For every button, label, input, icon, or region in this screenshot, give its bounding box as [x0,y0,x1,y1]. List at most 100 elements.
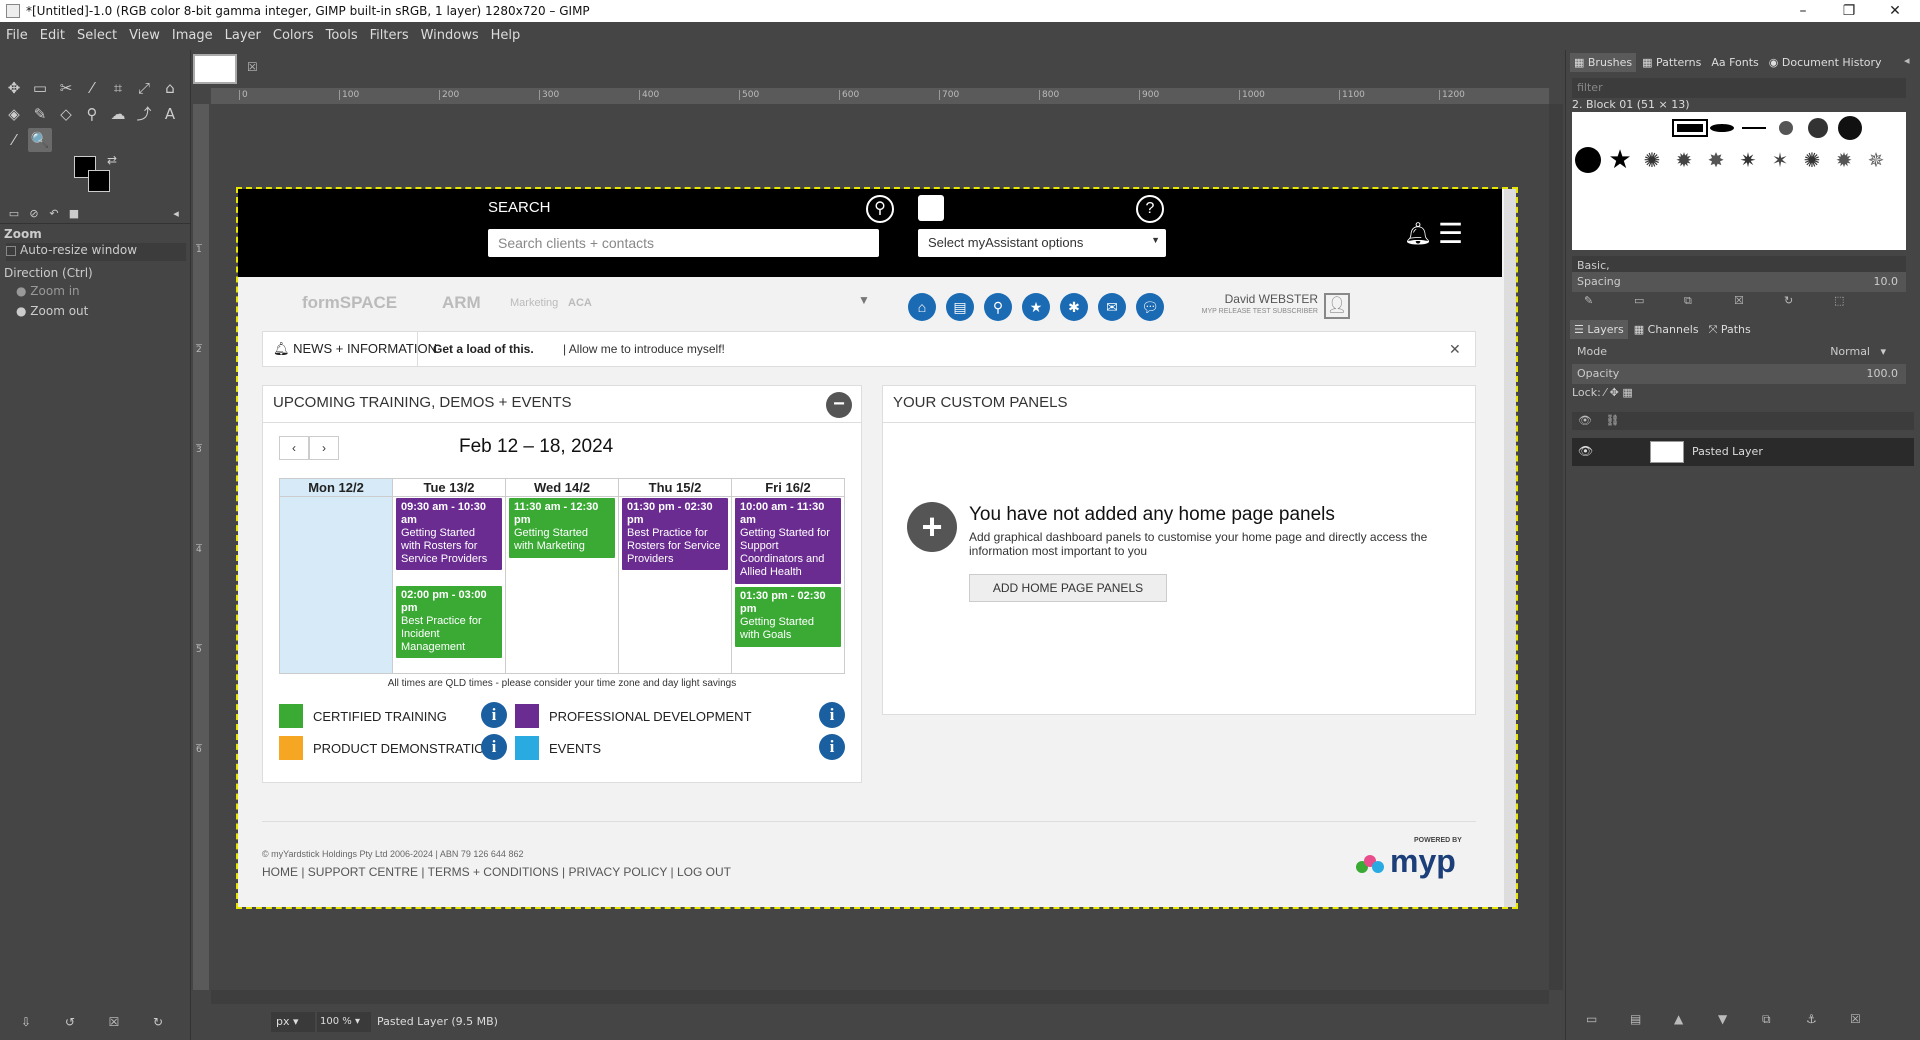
fuzzy-select-icon[interactable]: ⁄ [80,76,104,100]
footer-link-support[interactable]: SUPPORT CENTRE [308,865,418,879]
brush-grunge[interactable]: ✷ [1734,146,1762,174]
brush-hard-round[interactable] [1574,146,1602,174]
calendar-event[interactable]: 11:30 am - 12:30 pm Getting Started with … [509,498,615,558]
paintbrush-icon[interactable]: ✎ [28,102,52,126]
info-icon[interactable]: i [481,734,507,760]
search-input[interactable]: Search clients + contacts [488,229,879,257]
refresh-brushes-icon[interactable]: ↻ [1784,294,1793,307]
delete-options-icon[interactable]: ☒ [102,1010,126,1034]
menu-help[interactable]: Help [485,22,527,43]
unit-select[interactable]: px ▾ [271,1012,315,1032]
open-brush-icon[interactable]: ⬚ [1834,294,1844,307]
home-quick-icon[interactable]: ⌂ [908,293,936,321]
menu-filters[interactable]: Filters [364,22,415,43]
eraser-icon[interactable]: ◇ [54,102,78,126]
background-color-swatch[interactable] [88,170,110,192]
anchor-layer-icon[interactable]: ⚓︎ [1806,1012,1817,1026]
brush-texture[interactable]: ✹ [1670,146,1698,174]
image-tab-thumbnail[interactable] [193,54,237,84]
edit-brush-icon[interactable]: ✎ [1584,294,1593,307]
calendar-event[interactable]: 01:30 pm - 02:30 pm Best Practice for Ros… [622,498,728,570]
close-window-icon[interactable]: ✕ [1872,0,1918,22]
lock-pixels-icon[interactable]: ⁄ [1604,386,1606,399]
user-info[interactable]: David WEBSTER MYP RELEASE TEST SUBSCRIBE… [1178,292,1318,315]
footer-link-privacy[interactable]: PRIVACY POLICY [568,865,667,879]
images-tab-icon[interactable]: ■ [62,202,86,226]
paths-tool-icon[interactable]: ⤴ [132,102,156,126]
new-layer-icon[interactable]: ▭ [1586,1012,1597,1026]
scissors-icon[interactable]: ✂ [54,76,78,100]
zoom-tool-icon[interactable]: 🔍 [28,128,52,152]
tab-layers[interactable]: ☰ Layers [1570,320,1628,339]
raise-layer-icon[interactable]: ▲ [1674,1012,1683,1026]
menu-image[interactable]: Image [166,22,219,43]
vertical-scrollbar[interactable] [1549,104,1563,990]
canvas-image[interactable]: SEARCH Search clients + contacts ⚲ Selec… [236,187,1518,909]
bucket-fill-icon[interactable]: ◈ [2,102,26,126]
visibility-eye-icon[interactable]: 👁︎ [1578,444,1593,458]
brush-filter-input[interactable]: filter [1572,78,1906,98]
menu-select[interactable]: Select [71,22,123,43]
rect-select-icon[interactable]: ▭ [28,76,52,100]
footer-link-logout[interactable]: LOG OUT [677,865,731,879]
new-brush-icon[interactable]: ▭ [1634,294,1644,307]
menu-windows[interactable]: Windows [415,22,485,43]
search-quick-icon[interactable]: ⚲ [984,293,1012,321]
duplicate-brush-icon[interactable]: ⧉ [1684,294,1692,308]
zoom-out-radio[interactable]: ● Zoom out [16,304,88,318]
assistant-icon[interactable] [918,195,944,221]
menu-colors[interactable]: Colors [267,22,320,43]
menu-tools[interactable]: Tools [320,22,364,43]
transform-tool-icon[interactable]: ⤢ [132,76,156,100]
brush-grid[interactable]: ★ ✺ ✹ ✸ ✷ ✶ ✺ ✹ ✵ [1572,112,1906,250]
brush-splatter[interactable]: ✺ [1638,146,1666,174]
menu-layer[interactable]: Layer [219,22,267,43]
footer-link-terms[interactable]: TERMS + CONDITIONS [428,865,559,879]
tab-fonts[interactable]: Aa Fonts [1707,53,1762,72]
formspace-logo[interactable]: formSPACE [302,293,397,313]
clone-tool-icon[interactable]: ⚲ [80,102,104,126]
bell-icon[interactable]: 🔔︎ [1404,221,1432,247]
brush-ellipse[interactable] [1708,114,1736,142]
lock-alpha-icon[interactable]: ▦ [1622,386,1632,399]
help-icon[interactable]: ? [1136,195,1164,223]
mode-select[interactable]: Mode Normal ▾ [1572,342,1914,362]
brush-pencil[interactable]: ✵ [1862,146,1890,174]
text-tool-icon[interactable]: A [158,102,182,126]
hamburger-menu-icon[interactable]: ☰ [1438,217,1463,250]
crop-tool-icon[interactable]: ⌗ [106,76,130,100]
tool-options-menu-icon[interactable]: ◂ [164,202,188,226]
warp-tool-icon[interactable]: ⌂ [158,76,182,100]
marketing-logo[interactable]: Marketing [510,297,558,309]
menu-file[interactable]: File [0,22,34,43]
restore-options-icon[interactable]: ↺ [58,1010,82,1034]
tab-brushes[interactable]: ▦ Brushes [1570,53,1637,72]
swap-colors-icon[interactable]: ⇄ [100,148,124,172]
info-icon[interactable]: i [819,702,845,728]
collapse-icon[interactable]: − [826,392,852,418]
delete-layer-icon[interactable]: ☒ [1850,1012,1861,1026]
brush-soft-medium[interactable] [1804,114,1832,142]
brush-charcoal[interactable]: ✺ [1798,146,1826,174]
save-options-icon[interactable]: ⇩ [14,1010,38,1034]
color-picker-icon[interactable]: ⁄ [2,128,26,152]
brush-line[interactable] [1740,114,1768,142]
spacing-slider[interactable]: Spacing 10.0 [1572,272,1906,292]
tab-patterns[interactable]: ▦ Patterns [1638,53,1705,72]
brush-star[interactable]: ★ [1606,145,1634,175]
brush-soft-large[interactable] [1836,114,1864,142]
menu-view[interactable]: View [123,22,166,43]
calendar-event[interactable]: 09:30 am - 10:30 am Getting Started with … [396,498,502,570]
calendar-event[interactable]: 01:30 pm - 02:30 pm Getting Started with … [735,587,841,647]
minimize-icon[interactable]: – [1780,0,1826,22]
auto-resize-checkbox[interactable]: Auto-resize window [6,243,186,261]
document-quick-icon[interactable]: ▤ [946,293,974,321]
reset-options-icon[interactable]: ↻ [146,1010,170,1034]
horizontal-scrollbar[interactable] [211,990,1549,1004]
duplicate-layer-icon[interactable]: ⧉ [1762,1012,1771,1027]
aca-logo[interactable]: ACA [568,297,592,309]
mail-quick-icon[interactable]: ✉ [1098,293,1126,321]
settings-quick-icon[interactable]: ✱ [1060,293,1088,321]
lower-layer-icon[interactable]: ▼ [1718,1012,1727,1026]
add-panel-icon[interactable]: + [907,502,957,552]
